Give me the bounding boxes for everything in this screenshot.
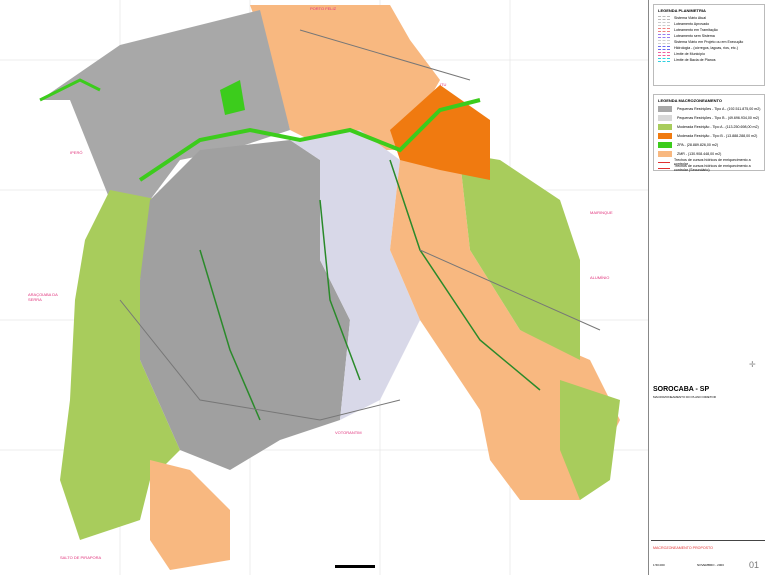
legend-item: Sistema Viário Atual xyxy=(658,16,764,20)
legend-item: ZPA - (28.889.826,00 m2) xyxy=(658,142,764,148)
legend-swatch xyxy=(658,106,672,112)
legend-label: Moderada Restrição - Tipo A - (113.250.6… xyxy=(677,125,759,129)
zone-pequenas-a-center xyxy=(140,140,350,470)
legend-item: Moderada Restrição - Tipo A - (113.250.6… xyxy=(658,124,764,130)
north-arrow-icon: ✛ xyxy=(749,360,756,369)
neighbor-label: ARAÇOIABA DA SERRA xyxy=(28,292,58,302)
legend-swatch xyxy=(658,46,670,50)
legend-item: Loteamento Aprovado xyxy=(658,22,764,26)
map-area[interactable]: PORTO FELIZ ITU IPERÓ ARAÇOIABA DA SERRA… xyxy=(0,0,648,575)
legend-label: Loteamento em Tramitação xyxy=(674,28,718,32)
legend-item: Loteamento em Tramitação xyxy=(658,28,764,32)
legend-swatch xyxy=(658,52,670,56)
legend-label: Sistema Viário em Projeto ou em Execução xyxy=(674,40,744,44)
legend-item: Limite de Município xyxy=(658,52,764,56)
map-subtitle: MACROZONEAMENTO DO PLANO DIRETOR xyxy=(653,395,716,399)
legend-title: LEGENDA MACROZONEAMENTO xyxy=(658,98,722,103)
legend-item: Moderada Restrição - Tipo B - (13.888.28… xyxy=(658,133,764,139)
legend-swatch xyxy=(658,151,672,157)
legend-label: Loteamento Aprovado xyxy=(674,22,710,26)
neighbor-label: ALUMÍNIO xyxy=(590,275,610,280)
legend-swatch xyxy=(658,16,670,20)
legend-swatch xyxy=(658,115,672,121)
neighbor-label: MAIRINQUE xyxy=(590,210,613,215)
legend-swatch xyxy=(658,28,670,32)
legend-item: Sistema Viário em Projeto ou em Execução xyxy=(658,40,764,44)
zone-zmr-south xyxy=(150,460,230,570)
legend-swatch xyxy=(658,133,672,139)
legend-item: Limite de Bacia de Planos xyxy=(658,58,764,62)
legend-label: Limite de Bacia de Planos xyxy=(674,58,716,62)
legend-line-swatch xyxy=(658,161,670,163)
legend-label: Hidrologia - (córregos, lagoas, rios, et… xyxy=(674,46,738,50)
scale-text: 1:50.000 xyxy=(653,563,665,567)
neighbor-label: PORTO FELIZ xyxy=(310,6,337,11)
legend-label: Pequenas Restrições - Tipo A - (192.511.… xyxy=(677,107,761,111)
date-text: NOVEMBRO - 2003 xyxy=(697,563,724,567)
legend-swatch xyxy=(658,124,672,130)
legend-planimetria: LEGENDA PLANIMETRIA Sistema Viário Atual… xyxy=(653,4,765,86)
legend-swatch xyxy=(658,40,670,44)
plan-name: MACROZONEAMENTO PROPOSTO xyxy=(653,546,713,550)
legend-label: Limite de Município xyxy=(674,52,705,56)
legend-item: Pequenas Restrições - Tipo A - (192.511.… xyxy=(658,106,764,112)
neighbor-label: SALTO DE PIRAPORA xyxy=(60,555,102,560)
legend-swatch xyxy=(658,142,672,148)
neighbor-label: IPERÓ xyxy=(70,150,83,155)
neighbor-label: ITU xyxy=(440,82,447,87)
legend-item: Pequenas Restrições - Tipo B - (49.696.9… xyxy=(658,115,764,121)
legend-label: ZPA - (28.889.826,00 m2) xyxy=(677,143,719,147)
legend-swatch xyxy=(658,22,670,26)
legend-item: Trechos de cursos hídricos de enriquecim… xyxy=(658,164,764,172)
scale-bar xyxy=(335,565,375,568)
legend-line-swatch xyxy=(658,167,670,169)
neighbor-label: VOTORANTIM xyxy=(335,430,362,435)
sheet-number: 01 xyxy=(749,560,760,570)
legend-swatch xyxy=(658,34,670,38)
legend-label: Trechos de cursos hídricos de enriquecim… xyxy=(674,164,751,172)
legend-label: Moderada Restrição - Tipo B - (13.888.28… xyxy=(677,134,758,138)
legend-swatch xyxy=(658,58,670,62)
legend-label: Pequenas Restrições - Tipo B - (49.696.9… xyxy=(677,116,760,120)
legend-macrozoneamento: LEGENDA MACROZONEAMENTO Pequenas Restriç… xyxy=(653,94,765,172)
legend-label: Loteamento sem Sistema xyxy=(674,34,715,38)
legend-label: Sistema Viário Atual xyxy=(674,16,707,20)
legend-panel: LEGENDA PLANIMETRIA Sistema Viário Atual… xyxy=(648,0,768,575)
legend-item: ZMR - (130.908.448,00 m2) xyxy=(658,151,764,157)
legend-label: ZMR - (130.908.448,00 m2) xyxy=(677,152,722,156)
macrozone-map xyxy=(0,0,648,575)
legend-item: Loteamento sem Sistema xyxy=(658,34,764,38)
legend-item: Hidrologia - (córregos, lagoas, rios, et… xyxy=(658,46,764,50)
legend-title: LEGENDA PLANIMETRIA xyxy=(658,8,706,13)
city-title: SOROCABA - SP xyxy=(653,386,710,393)
divider xyxy=(651,540,765,541)
